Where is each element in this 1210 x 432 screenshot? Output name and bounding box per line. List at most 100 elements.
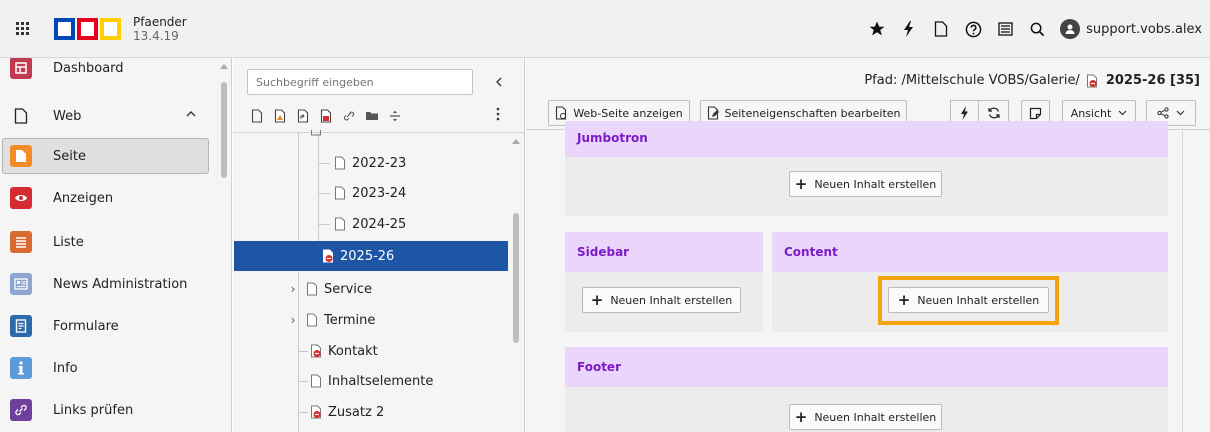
- search-icon[interactable]: [1022, 14, 1052, 44]
- chevron-left-icon: [496, 77, 502, 87]
- hidden-page-icon: [311, 344, 321, 358]
- breadcrumb: Pfad: /Mittelschule VOBS/Galerie/ 2025-2…: [864, 73, 1200, 88]
- column-header: Footer: [565, 347, 1168, 387]
- share-icon: [1157, 107, 1169, 119]
- module-menu: Dashboard Web Seite Anzeigen Liste News …: [0, 58, 232, 432]
- folder-icon[interactable]: [364, 108, 380, 124]
- link-icon[interactable]: [341, 108, 357, 124]
- tree-search-input[interactable]: [247, 69, 473, 95]
- module-label: Formulare: [53, 318, 119, 334]
- top-actions: support.vobs.alex: [860, 0, 1210, 58]
- flash-icon[interactable]: [894, 14, 924, 44]
- module-label: Anzeigen: [53, 190, 114, 206]
- highlight-frame: [878, 276, 1059, 325]
- tree-item-selected[interactable]: 2025-26: [234, 241, 508, 271]
- module-menu-scrollbar[interactable]: [219, 58, 229, 432]
- app-name: Pfaender: [133, 14, 187, 29]
- page-icon: [307, 282, 317, 296]
- new-content-button[interactable]: + Neuen Inhalt erstellen: [789, 404, 942, 430]
- new-content-button[interactable]: + Neuen Inhalt erstellen: [582, 287, 741, 313]
- button-label: Web-Seite anzeigen: [573, 106, 683, 120]
- view-page-icon: [555, 106, 568, 120]
- tree-item[interactable]: 2023-24: [334, 178, 406, 208]
- tree-item[interactable]: › Termine: [288, 305, 376, 335]
- module-label: Links prüfen: [53, 402, 134, 418]
- column-content: Content + Neuen Inhalt erstellen: [772, 232, 1168, 332]
- page-icon: [311, 130, 321, 136]
- chevron-down-icon: [1118, 110, 1127, 116]
- new-content-button[interactable]: + Neuen Inhalt erstellen: [789, 171, 942, 197]
- module-label: Seite: [53, 148, 86, 164]
- module-label: News Administration: [53, 276, 188, 292]
- user-name: support.vobs.alex: [1086, 21, 1202, 37]
- logo[interactable]: [54, 17, 123, 40]
- file-icon[interactable]: [926, 14, 956, 44]
- module-label: Liste: [53, 234, 84, 250]
- dropdown-label: Ansicht: [1070, 106, 1112, 120]
- module-label: Dashboard: [53, 60, 124, 76]
- page-icon: [335, 217, 345, 231]
- column-jumbotron: Jumbotron + Neuen Inhalt erstellen: [565, 121, 1168, 216]
- module-dashboard[interactable]: Dashboard: [0, 58, 218, 86]
- flash-icon: [960, 106, 968, 120]
- module-formulare[interactable]: Formulare: [0, 308, 218, 344]
- tree-item[interactable]: 2024-25: [334, 209, 406, 239]
- grid-icon: [15, 22, 29, 35]
- user-menu[interactable]: support.vobs.alex: [1060, 19, 1202, 39]
- module-group-web[interactable]: Web: [0, 98, 218, 134]
- module-info[interactable]: Info: [0, 350, 218, 386]
- page-title: 2025-26 [35]: [1105, 73, 1200, 88]
- tree-item[interactable]: Kontakt: [310, 336, 378, 366]
- note-icon: [1029, 107, 1042, 119]
- module-liste[interactable]: Liste: [0, 224, 218, 260]
- refresh-icon: [987, 107, 1000, 119]
- new-backend-page-icon[interactable]: [272, 108, 288, 124]
- button-label: Neuen Inhalt erstellen: [814, 177, 937, 191]
- chevron-right-icon[interactable]: ›: [288, 282, 298, 296]
- button-label: Seiteneigenschaften bearbeiten: [724, 106, 901, 120]
- list-icon: [10, 231, 32, 253]
- column-header: Sidebar: [565, 232, 763, 272]
- chevron-up-icon[interactable]: [186, 110, 196, 118]
- new-hidden-page-icon[interactable]: [318, 108, 334, 124]
- module-anzeigen[interactable]: Anzeigen: [0, 180, 218, 216]
- module-menu-toggle[interactable]: [0, 0, 44, 58]
- chevron-right-icon[interactable]: ›: [288, 313, 298, 327]
- module-label: Info: [53, 360, 78, 376]
- more-options-icon[interactable]: [496, 107, 502, 125]
- tree-item[interactable]: Zusatz 2: [310, 397, 384, 427]
- star-icon[interactable]: [862, 14, 892, 44]
- tree-item[interactable]: 2022-23: [334, 148, 406, 178]
- news-icon: [10, 273, 32, 295]
- hidden-page-icon: [311, 405, 321, 419]
- top-bar: Pfaender 13.4.19 support.vobs.alex: [0, 0, 1210, 58]
- module-seite[interactable]: Seite: [2, 138, 209, 174]
- eye-icon: [10, 187, 32, 209]
- page-icon: [10, 105, 32, 127]
- chevron-down-icon: [1176, 110, 1185, 116]
- button-label: Neuen Inhalt erstellen: [610, 293, 733, 307]
- module-links-pruefen[interactable]: Links prüfen: [0, 392, 218, 428]
- user-icon: [1060, 19, 1081, 39]
- tree-item[interactable]: › Service: [288, 274, 372, 304]
- tree-toolbar: [249, 108, 410, 124]
- collapse-tree-button[interactable]: [491, 72, 507, 92]
- button-label: Neuen Inhalt erstellen: [814, 410, 937, 424]
- tree-scrollbar[interactable]: [511, 133, 521, 432]
- new-shortcut-page-icon[interactable]: [295, 108, 311, 124]
- column-header: Content: [772, 232, 1168, 272]
- new-page-icon[interactable]: [249, 108, 265, 124]
- help-icon[interactable]: [958, 14, 988, 44]
- tree-item[interactable]: Inhaltselemente: [310, 366, 433, 396]
- plus-icon: +: [794, 407, 808, 426]
- app-version: 13.4.19: [133, 28, 179, 43]
- divider-icon[interactable]: [387, 108, 403, 124]
- tree-item-label: 2025-26: [340, 248, 395, 264]
- page-icon: [335, 156, 345, 170]
- list-icon[interactable]: [990, 14, 1020, 44]
- module-news-administration[interactable]: News Administration: [0, 266, 218, 302]
- page-icon: [311, 374, 321, 388]
- path-label: Pfad: /Mittelschule VOBS/Galerie/: [864, 73, 1080, 88]
- plus-icon: +: [794, 174, 808, 193]
- tree-item-label: Zusatz 2: [328, 404, 385, 420]
